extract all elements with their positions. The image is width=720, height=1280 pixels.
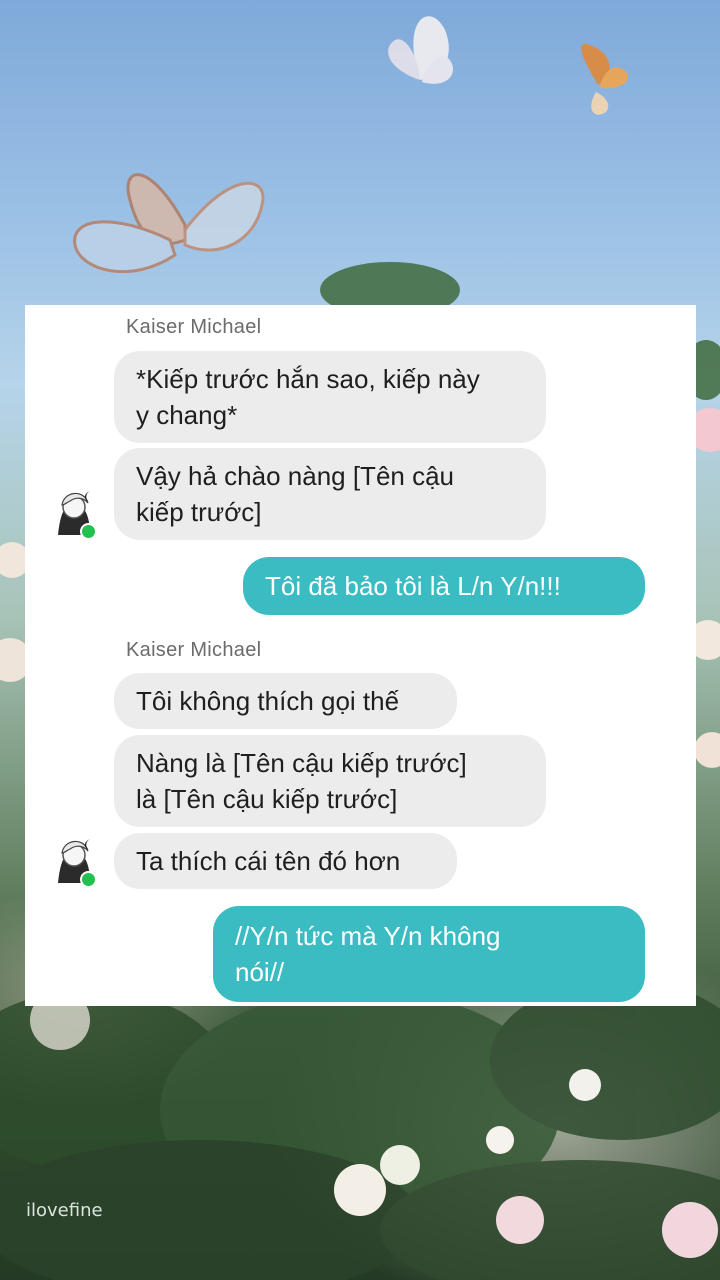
message-line: y chang*	[136, 400, 238, 430]
sender-name: Kaiser Michael	[126, 316, 262, 338]
butterfly-white	[388, 16, 453, 84]
outgoing-message[interactable]: Tôi đã bảo tôi là L/n Y/n!!!	[243, 557, 645, 615]
incoming-message[interactable]: Tôi không thích gọi thế	[114, 673, 457, 729]
message-line: kiếp trước]	[136, 497, 262, 527]
watermark-text: ilovefine	[26, 1200, 103, 1221]
outgoing-message[interactable]: //Y/n tức mà Y/n không nói//	[213, 906, 645, 1002]
incoming-message[interactable]: *Kiếp trước hắn sao, kiếp này y chang*	[114, 351, 546, 443]
message-line: Nàng là [Tên cậu kiếp trước]	[136, 748, 467, 778]
incoming-message[interactable]: Vậy hả chào nàng [Tên cậu kiếp trước]	[114, 448, 546, 540]
incoming-message[interactable]: Ta thích cái tên đó hơn	[114, 833, 457, 889]
chat-panel: Kaiser Michael *Kiếp trước hắn sao, kiếp…	[25, 305, 696, 1006]
message-line: Ta thích cái tên đó hơn	[136, 846, 401, 876]
online-status-dot	[80, 871, 97, 888]
message-line: *Kiếp trước hắn sao, kiếp này	[136, 364, 480, 394]
message-line: Tôi đã bảo tôi là L/n Y/n!!!	[265, 571, 561, 601]
message-line: Vậy hả chào nàng [Tên cậu	[136, 461, 455, 491]
sender-name: Kaiser Michael	[126, 639, 262, 661]
incoming-message[interactable]: Nàng là [Tên cậu kiếp trước] là [Tên cậu…	[114, 735, 546, 827]
message-line: nói//	[235, 957, 285, 987]
avatar[interactable]	[50, 833, 98, 889]
avatar[interactable]	[50, 485, 98, 541]
message-line: //Y/n tức mà Y/n không	[235, 921, 501, 951]
message-line: là [Tên cậu kiếp trước]	[136, 784, 398, 814]
message-line: Tôi không thích gọi thế	[136, 686, 400, 716]
butterfly-orange	[581, 44, 629, 115]
online-status-dot	[80, 523, 97, 540]
butterfly-large	[73, 173, 265, 274]
